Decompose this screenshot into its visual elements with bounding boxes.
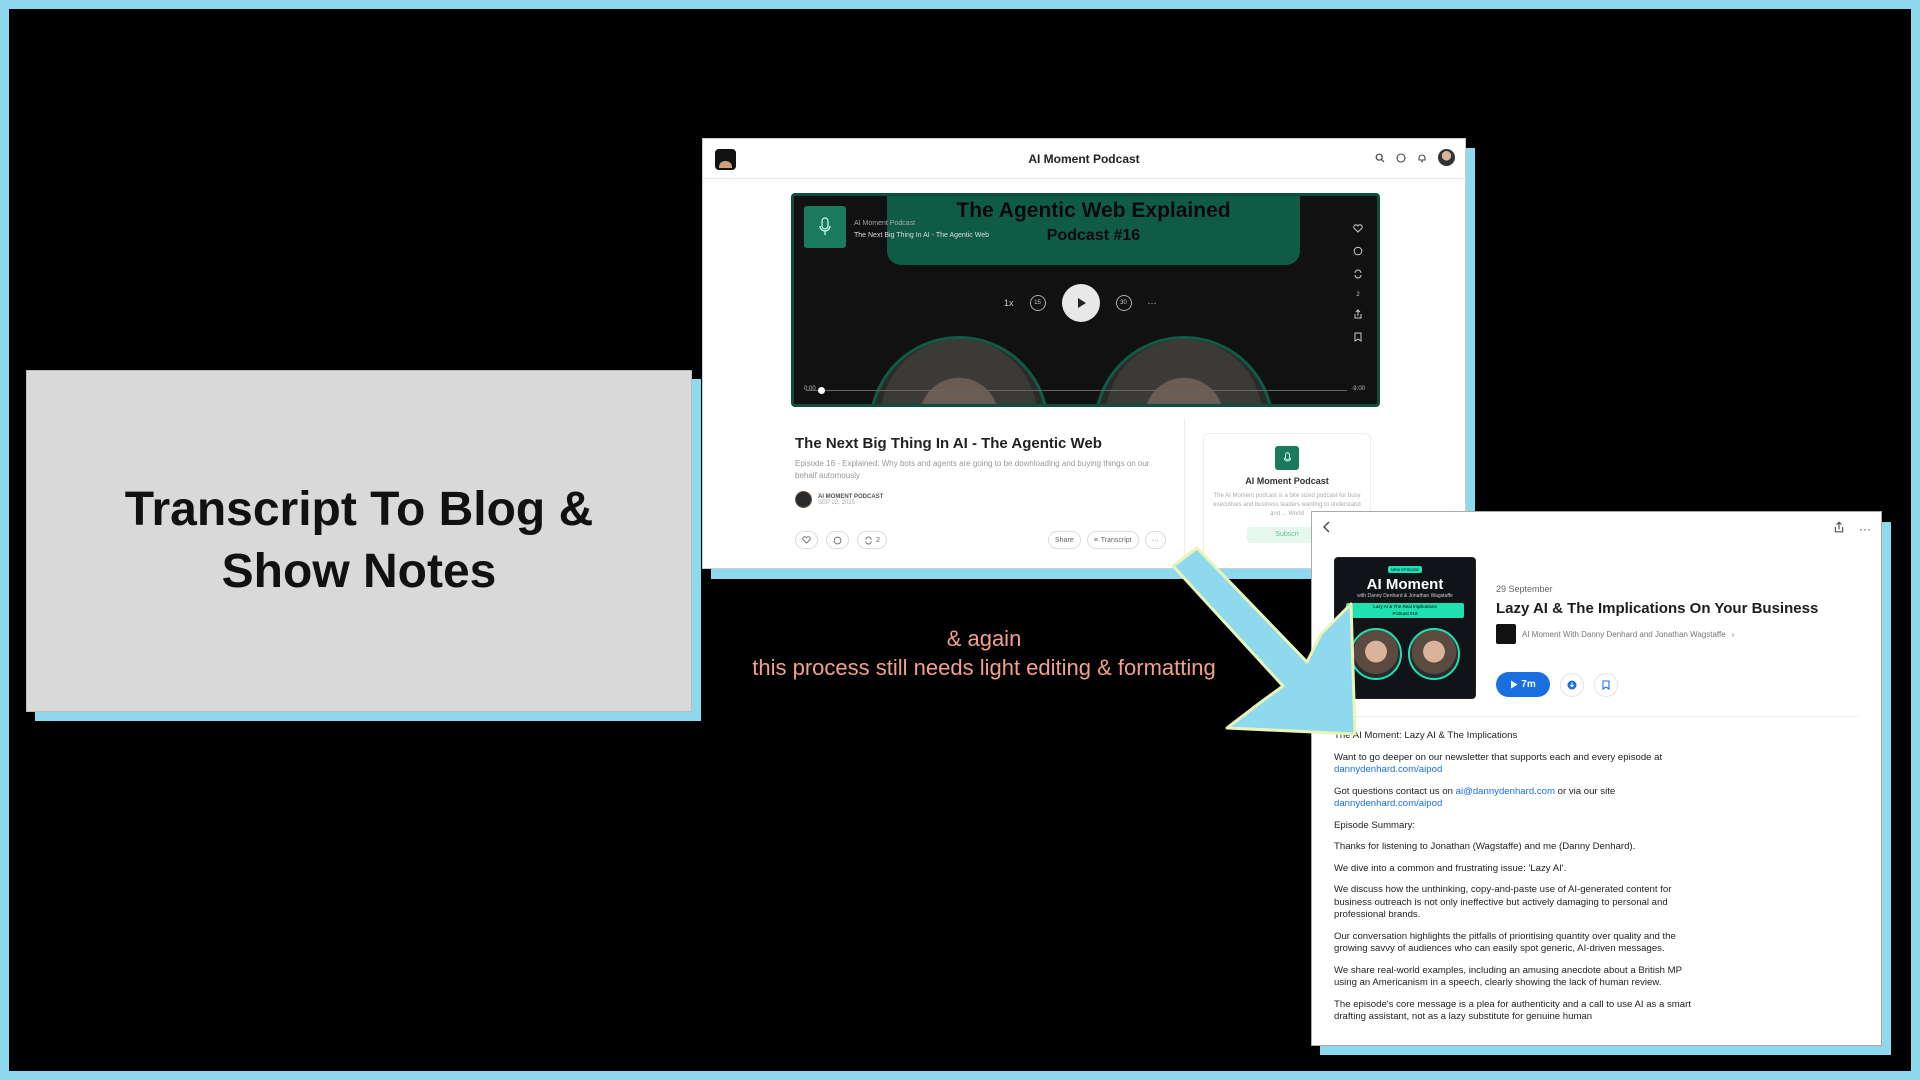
host-photo-left [869,336,1049,404]
app-title: AI Moment Podcast [1028,151,1140,166]
player-controls: 1x 15 30 ··· [1004,284,1157,322]
download-icon[interactable] [1560,672,1584,697]
notes-paragraph: We discuss how the unthinking, copy-and-… [1334,884,1672,920]
restack-button[interactable]: 2 [857,531,887,549]
video-player[interactable]: The Agentic Web Explained Podcast #16 AI… [791,193,1380,407]
player-side-actions: 2 [1353,224,1363,344]
share-icon[interactable] [1353,309,1363,321]
notes-contact-text: Got questions contact us on [1334,785,1456,797]
notes-summary-label: Episode Summary: [1334,819,1416,831]
episode-title: The Next Big Thing In AI - The Agentic W… [795,435,1102,452]
microphone-icon [804,206,846,248]
host-photo-right [1094,336,1274,404]
cover-host-right [1408,628,1460,680]
newsletter-link[interactable]: dannydenhard.com/aipod [1334,764,1442,775]
episode-author: AI MOMENT PODCAST SEP 22, 2025 [795,491,883,508]
slide-canvas: Transcript To Blog & Show Notes & again … [9,9,1911,1071]
notes-newsletter: Want to go deeper on our newsletter that… [1334,752,1704,777]
play-duration: 7m [1521,679,1536,690]
show-notes: The AI Moment: Lazy AI & The Implication… [1334,730,1704,1033]
share-icon[interactable] [1833,520,1845,538]
progress-knob[interactable] [818,387,825,394]
title-card: Transcript To Blog & Show Notes [26,370,692,712]
restack-icon[interactable] [1353,269,1363,281]
notes-contact: Got questions contact us on ai@dannydenh… [1334,786,1704,811]
player-show-name: AI Moment Podcast [854,220,916,227]
podcast-header: AI Moment Podcast [703,139,1465,179]
episode-window: ··· NEW EPISODE AI Moment with Danny Den… [1311,511,1882,1046]
restack-button-count: 2 [876,536,880,544]
episode-actions-right: Share ≡ Transcript ··· [1048,531,1166,549]
notes-paragraph: The episode's core message is a plea for… [1334,998,1691,1023]
episode-date: 29 September [1496,584,1553,594]
bookmark-icon[interactable] [1354,332,1362,344]
notes-paragraph: We dive into a common and frustrating is… [1334,862,1567,874]
comment-icon[interactable] [1353,246,1363,258]
notes-paragraph: Our conversation highlights the pitfalls… [1334,930,1676,955]
episode-show[interactable]: AI Moment With Danny Denhard and Jonatha… [1496,624,1734,644]
app-logo[interactable] [715,149,736,170]
arrow-icon [1171,546,1357,736]
player-episode-name: The Next Big Thing In AI - The Agentic W… [854,232,990,239]
episode-top-actions: ··· [1833,520,1871,538]
comment-button[interactable] [826,531,849,549]
notes-heading: The AI Moment: Lazy AI & The Implication… [1334,730,1518,741]
notes-paragraph: Thanks for listening to Jonathan (Wagsta… [1334,841,1636,852]
episode-description: Episode 16 - Explained: Why bots and age… [795,459,1150,480]
author-name[interactable]: AI MOMENT PODCAST [818,494,883,500]
email-link[interactable]: ai@dannydenhard.com [1456,786,1555,797]
time-end: -9:00 [1351,386,1365,392]
author-avatar[interactable] [795,491,812,508]
share-button[interactable]: Share [1048,531,1081,549]
notes-paragraph: We share real-world examples, including … [1334,964,1682,989]
list-icon: ≡ [1093,536,1098,544]
avatar[interactable] [1438,149,1455,166]
player-meta: AI Moment Podcast The Next Big Thing In … [854,218,989,242]
episode-play-actions: 7m [1496,672,1618,697]
notes-contact-mid: or via our site [1554,785,1616,797]
bell-icon[interactable] [1417,153,1427,163]
notes-divider [1334,716,1859,717]
site-link[interactable]: dannydenhard.com/aipod [1334,798,1442,809]
episode-title: Lazy AI & The Implications On Your Busin… [1496,600,1819,617]
play-button[interactable]: 7m [1496,672,1550,697]
chat-icon[interactable] [1396,152,1406,163]
bookmark-icon[interactable] [1594,672,1618,697]
restack-count: 2 [1356,292,1360,298]
about-name: AI Moment Podcast [1245,476,1329,486]
notes-newsletter-text: Want to go deeper on our newsletter that… [1334,751,1663,763]
show-name[interactable]: AI Moment With Danny Denhard and Jonatha… [1522,630,1726,639]
about-microphone-icon [1275,446,1299,470]
play-button[interactable] [1061,284,1100,322]
transcript-button[interactable]: ≡ Transcript [1086,531,1139,549]
episode-date: SEP 22, 2025 [818,499,855,506]
slide-heading: Transcript To Blog & Show Notes [124,483,594,598]
skip-forward-icon[interactable]: 30 [1115,295,1132,311]
header-icons [1375,149,1455,166]
chevron-right-icon: › [1731,629,1735,639]
skip-back-icon[interactable]: 15 [1029,295,1046,311]
episode-actions: 2 [795,531,887,549]
search-icon[interactable] [1375,153,1385,163]
speed-button[interactable]: 1x [1004,298,1014,308]
back-icon[interactable] [1322,520,1332,538]
cover-tag: NEW EPISODE [1387,566,1423,573]
transcript-label: Transcript [1100,536,1132,544]
time-start: 0:00 [804,386,816,392]
more-icon[interactable]: ··· [1148,298,1157,308]
progress-bar[interactable] [806,387,1347,394]
show-thumbnail [1496,624,1516,644]
more-icon[interactable]: ··· [1859,522,1871,536]
heart-icon[interactable] [1353,224,1363,235]
like-button[interactable] [795,531,818,549]
podcast-window: AI Moment Podcast The Agentic Web Explai… [702,138,1466,569]
